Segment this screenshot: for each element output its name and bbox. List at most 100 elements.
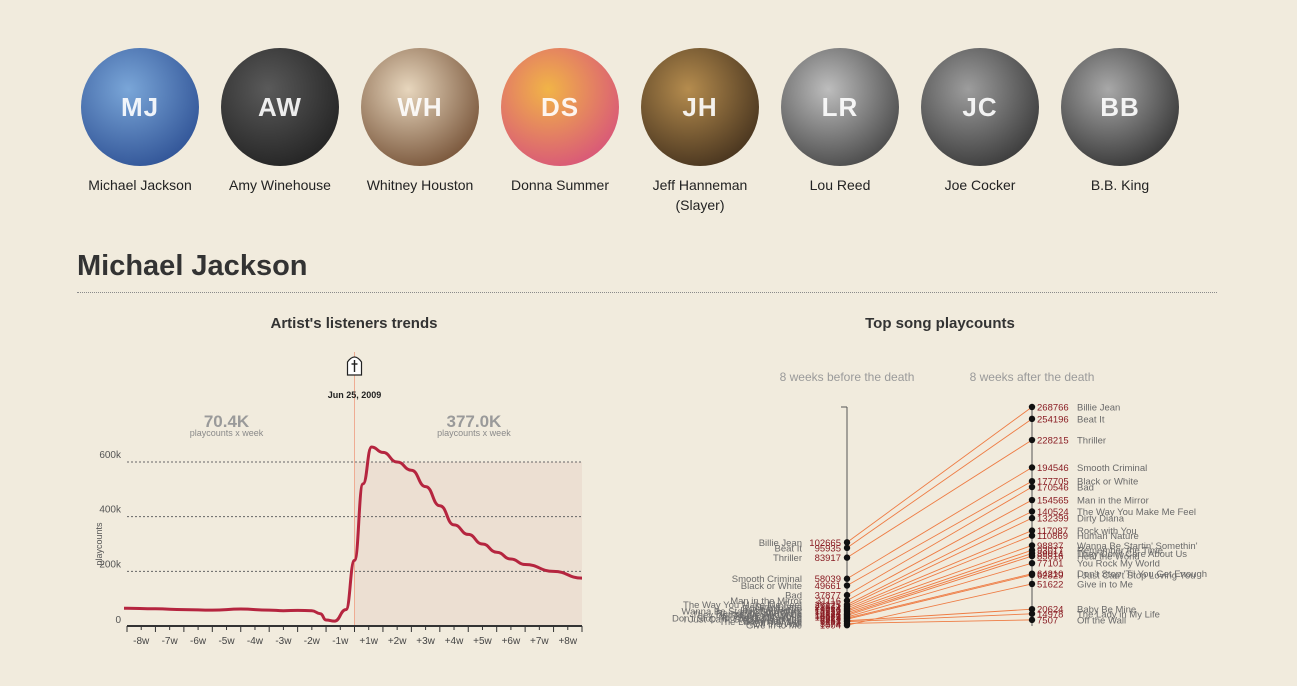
after-point[interactable] (1028, 532, 1036, 539)
x-tick-label: +5w (473, 636, 492, 647)
y-tick-label: 600k (99, 450, 122, 461)
before-point[interactable] (843, 575, 851, 582)
song-slope-line (846, 480, 1033, 586)
after-point[interactable] (1028, 552, 1036, 560)
after-point[interactable] (1028, 436, 1036, 444)
artist-photo[interactable]: WH (361, 48, 479, 166)
y-tick-label: 400k (99, 505, 122, 516)
artist-photo[interactable]: AW (221, 48, 339, 166)
after-point[interactable] (1028, 580, 1036, 588)
title-divider (77, 292, 1217, 293)
artist-card[interactable]: WH Whitney Houston (350, 48, 490, 215)
artist-card[interactable]: AW Amy Winehouse (210, 48, 350, 215)
artist-selector: MJ Michael Jackson AW Amy Winehouse WH Whitne… (70, 48, 1190, 215)
artist-name[interactable]: B.B. King (1050, 175, 1190, 195)
after-point[interactable] (1028, 514, 1036, 522)
artist-photo[interactable]: JC (921, 48, 1039, 166)
artist-name[interactable]: Michael Jackson (70, 175, 210, 195)
artist-card[interactable]: MJ Michael Jackson (70, 48, 210, 215)
after-song-label: Man in the Mirror (1077, 496, 1149, 507)
after-value: 170546 (1037, 483, 1069, 494)
before-point[interactable] (843, 539, 851, 546)
x-tick-label: -1w (332, 636, 349, 647)
artist-card[interactable]: JC Joe Cocker (910, 48, 1050, 215)
song-playcount-slope-chart: 8 weeks before the death 8 weeks after th… (672, 370, 1207, 632)
death-date-label: Jun 25, 2009 (328, 390, 382, 400)
after-point[interactable] (1028, 496, 1036, 504)
after-point[interactable] (1028, 616, 1036, 624)
x-tick-label: +8w (558, 636, 577, 647)
after-point[interactable] (1028, 403, 1036, 411)
after-value: 254196 (1037, 414, 1069, 425)
before-point[interactable] (843, 544, 851, 552)
after-value: 77101 (1037, 559, 1063, 570)
artist-card[interactable]: JH Jeff Hanneman (Slayer) (630, 48, 770, 215)
artist-name[interactable]: Whitney Houston (350, 175, 490, 195)
artist-name[interactable]: Lou Reed (770, 175, 910, 195)
after-value: 228215 (1037, 436, 1069, 447)
after-point[interactable] (1028, 559, 1036, 567)
before-value: 3174 (820, 619, 841, 630)
after-song-label: Thriller (1077, 436, 1106, 447)
x-tick-label: -6w (190, 636, 207, 647)
x-tick-label: +7w (530, 636, 549, 647)
before-song-label: Off the Wall (753, 619, 802, 630)
x-tick-label: +4w (445, 636, 464, 647)
song-slope-line (846, 545, 1033, 612)
before-point[interactable] (843, 591, 851, 599)
after-point[interactable] (1028, 508, 1036, 515)
x-tick-label: -3w (275, 636, 292, 647)
artist-card[interactable]: DS Donna Summer (490, 48, 630, 215)
after-column-label: 8 weeks after the death (970, 370, 1095, 384)
x-tick-label: -5w (218, 636, 235, 647)
artist-photo[interactable]: MJ (81, 48, 199, 166)
x-tick-label: -2w (304, 636, 321, 647)
after-point[interactable] (1028, 464, 1036, 471)
after-song-label: Give in to Me (1077, 579, 1133, 590)
page-title: Michael Jackson (77, 250, 308, 282)
artist-photo[interactable]: DS (501, 48, 619, 166)
artist-name[interactable]: Amy Winehouse (210, 175, 350, 195)
after-song-label: Beat It (1077, 414, 1105, 425)
after-point[interactable] (1028, 610, 1036, 617)
x-tick-label: +2w (388, 636, 407, 647)
song-slope-line (846, 418, 1033, 549)
artist-name[interactable]: Joe Cocker (910, 175, 1050, 195)
trends-chart-title: Artist's listeners trends (270, 315, 438, 332)
song-slope-line (846, 406, 1033, 543)
artist-name[interactable]: Jeff Hanneman (Slayer) (630, 175, 770, 215)
song-slope-line (846, 530, 1033, 609)
after-point[interactable] (1028, 477, 1036, 485)
before-point[interactable] (843, 554, 851, 561)
song-slope-line (846, 486, 1033, 596)
after-song-label: You Rock My World (1077, 559, 1160, 570)
tombstone-icon (346, 356, 363, 376)
before-point[interactable] (843, 582, 851, 589)
artist-photo[interactable]: LR (781, 48, 899, 166)
before-point[interactable] (843, 620, 851, 627)
after-point[interactable] (1028, 415, 1036, 423)
after-point[interactable] (1028, 483, 1036, 491)
after-value: 51622 (1037, 579, 1063, 590)
x-tick-label: +6w (502, 636, 521, 647)
before-column-label: 8 weeks before the death (780, 370, 915, 384)
artist-name[interactable]: Donna Summer (490, 175, 630, 195)
y-axis-label: playcounts (94, 522, 104, 566)
after-song-label: Smooth Criminal (1077, 463, 1147, 474)
after-death-shade (354, 462, 582, 626)
artist-photo[interactable]: JH (641, 48, 759, 166)
after-song-label: Dirty Diana (1077, 514, 1125, 525)
artist-card[interactable]: BB B.B. King (1050, 48, 1190, 215)
after-avg-label: playcounts x week (437, 428, 511, 438)
listeners-trend-chart: 0200k400k600kplaycounts-8w -7w -6w -5w -4w -3… (94, 352, 583, 647)
after-value: 194546 (1037, 463, 1069, 474)
artist-card[interactable]: LR Lou Reed (770, 48, 910, 215)
x-tick-label: +1w (359, 636, 378, 647)
artist-photo[interactable]: BB (1061, 48, 1179, 166)
after-point[interactable] (1028, 571, 1036, 579)
after-value: 7507 (1037, 615, 1058, 626)
x-tick-label: -4w (247, 636, 264, 647)
after-value: 132399 (1037, 514, 1069, 525)
song-slope-line (846, 573, 1033, 619)
song-slope-line (846, 439, 1033, 559)
